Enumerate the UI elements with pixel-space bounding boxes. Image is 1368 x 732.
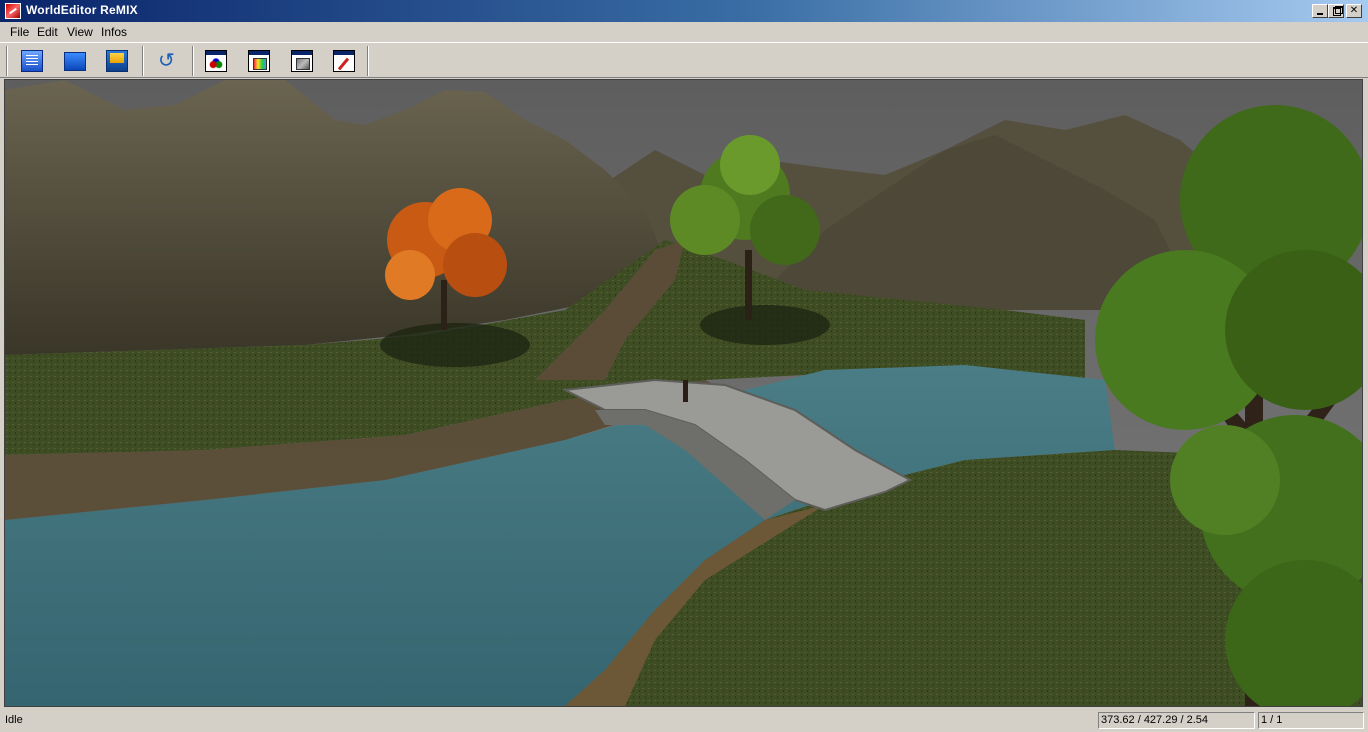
toolbar [0, 42, 1368, 78]
menu-file[interactable]: File [8, 25, 31, 39]
minimize-button[interactable] [1312, 4, 1328, 18]
3d-viewport[interactable] [4, 79, 1363, 707]
open-button[interactable] [61, 47, 89, 75]
window-objects-icon [205, 50, 227, 72]
page-indicator: 1 / 1 [1258, 712, 1364, 729]
toolbar-separator [142, 46, 144, 76]
new-button[interactable] [18, 47, 46, 75]
undo-button[interactable] [153, 47, 181, 75]
save-button[interactable] [103, 47, 131, 75]
close-button[interactable]: ✕ [1346, 4, 1362, 18]
toolbar-separator [192, 46, 194, 76]
coordinates-readout: 373.62 / 427.29 / 2.54 [1098, 712, 1255, 729]
window-terrain-icon [291, 50, 313, 72]
title-bar[interactable]: WorldEditor ReMIX ✕ [0, 0, 1368, 22]
menu-infos[interactable]: Infos [99, 25, 129, 39]
app-icon[interactable] [5, 3, 21, 19]
brush-window-button[interactable] [330, 47, 358, 75]
objects-window-button[interactable] [202, 47, 230, 75]
toolbar-grip [6, 46, 8, 76]
save-icon [106, 50, 128, 72]
menu-bar: File Edit View Infos [0, 22, 1368, 42]
menu-edit[interactable]: Edit [35, 25, 60, 39]
window-brush-icon [333, 50, 355, 72]
status-bar: Idle 373.62 / 427.29 / 2.54 1 / 1 [0, 710, 1368, 732]
window-textures-icon [248, 50, 270, 72]
open-folder-icon [64, 52, 86, 71]
new-document-icon [21, 50, 43, 72]
textures-window-button[interactable] [245, 47, 273, 75]
window-title: WorldEditor ReMIX [26, 3, 138, 17]
restore-button[interactable] [1328, 4, 1344, 18]
toolbar-separator [367, 46, 369, 76]
terrain-window-button[interactable] [288, 47, 316, 75]
undo-icon [156, 48, 178, 72]
menu-view[interactable]: View [65, 25, 95, 39]
scene-render [5, 80, 1362, 706]
status-text: Idle [5, 714, 23, 726]
